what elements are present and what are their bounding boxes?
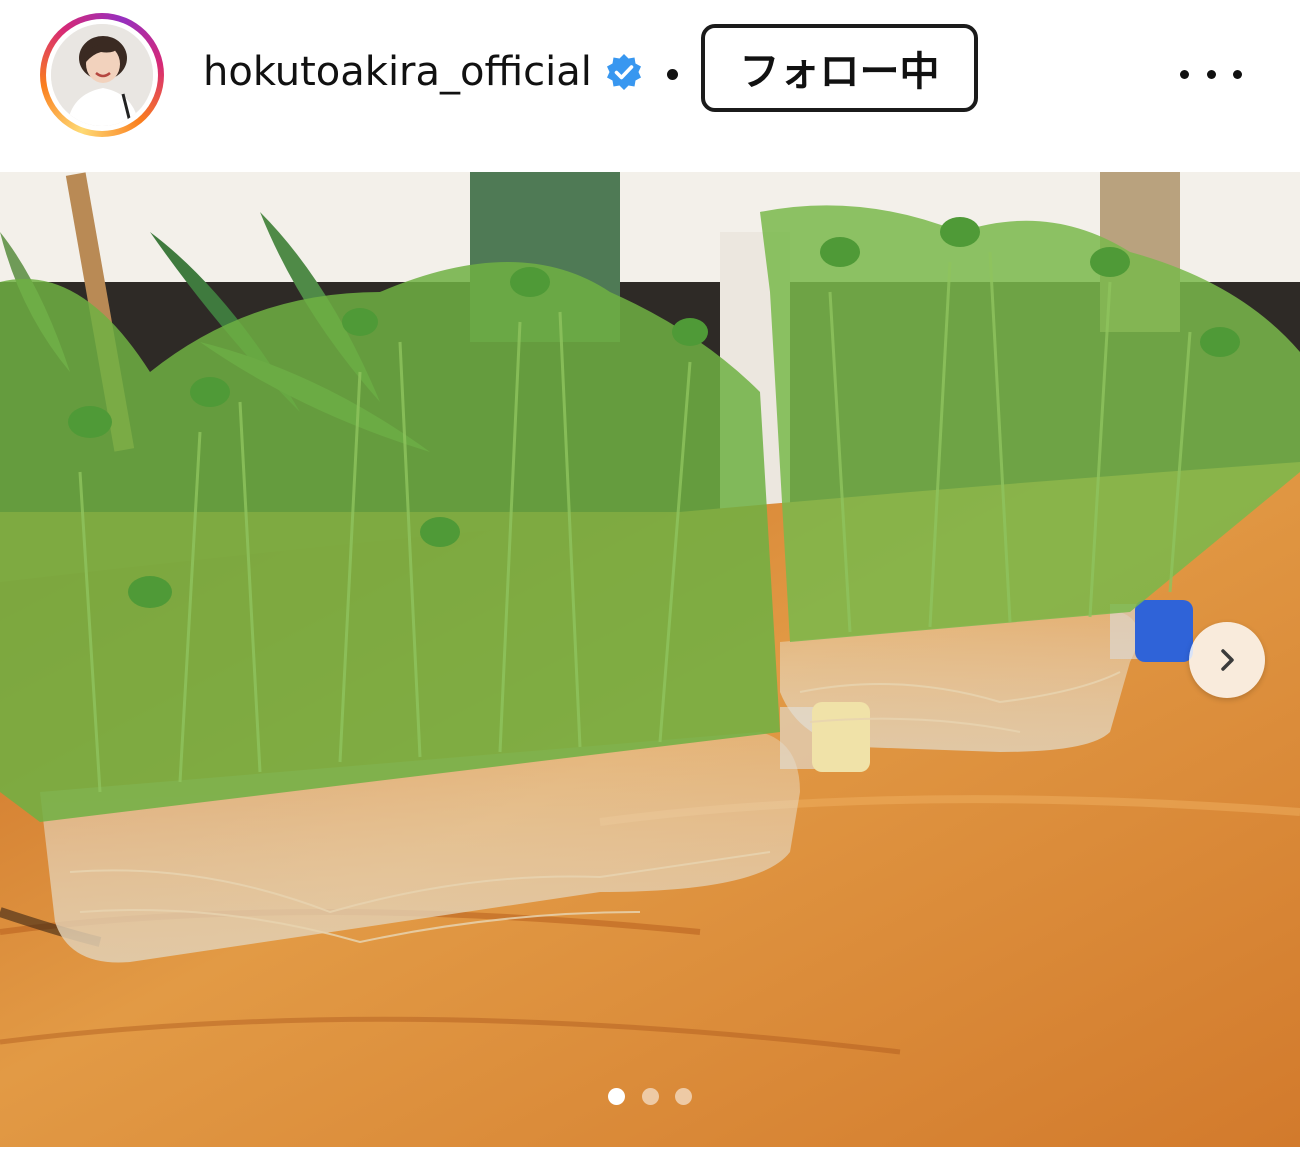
- post-photo[interactable]: [0, 172, 1300, 1147]
- avatar-image: [51, 24, 153, 126]
- more-options-button[interactable]: [1180, 60, 1242, 88]
- carousel-dot-active: [608, 1087, 625, 1105]
- more-dot: [1206, 69, 1216, 79]
- sprout-photo-illustration: [0, 172, 1300, 1147]
- chevron-right-icon: [1221, 649, 1234, 671]
- carousel-indicator: [608, 1087, 692, 1105]
- post-footer-space: [0, 1147, 1300, 1171]
- carousel-dot: [641, 1087, 659, 1105]
- story-ring-gap: [46, 19, 158, 131]
- avatar[interactable]: [51, 24, 153, 126]
- more-dot: [1233, 69, 1242, 79]
- more-dot: [1180, 69, 1189, 79]
- verified-badge-icon: [607, 54, 641, 90]
- carousel-dot: [675, 1087, 692, 1105]
- post-header: hokutoakira_official フォロー中: [0, 0, 1300, 172]
- following-button[interactable]: フォロー中: [701, 24, 978, 112]
- story-ring[interactable]: [40, 13, 164, 137]
- next-photo-button[interactable]: [1189, 622, 1265, 698]
- separator-dot: [667, 69, 678, 80]
- username[interactable]: hokutoakira_official: [203, 46, 592, 98]
